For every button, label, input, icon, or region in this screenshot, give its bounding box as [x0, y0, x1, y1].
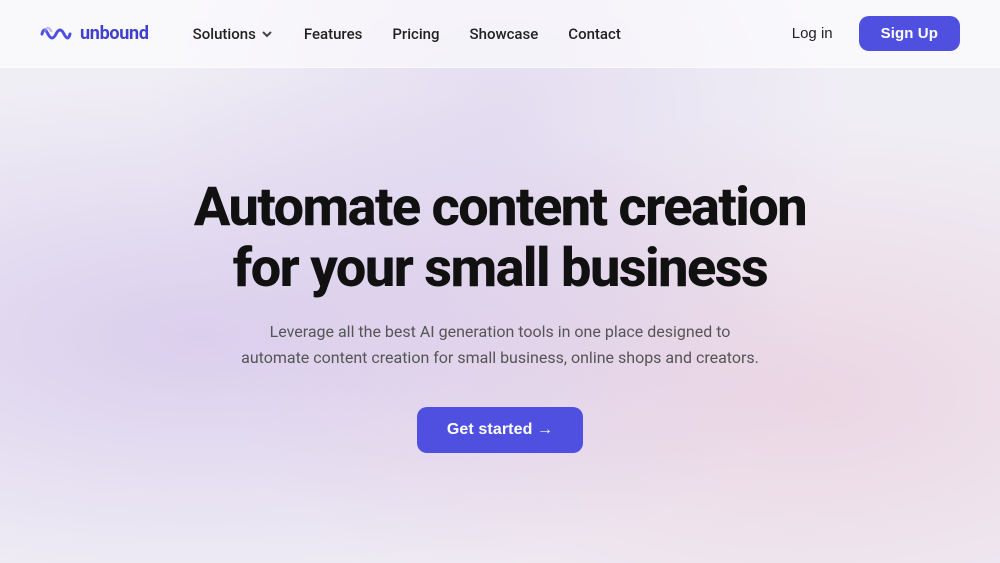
nav-links: Solutions Features Pricing Showcase Cont… [181, 19, 633, 49]
nav-features[interactable]: Features [292, 19, 374, 49]
nav-contact[interactable]: Contact [556, 19, 633, 49]
logo-link[interactable]: unbound [40, 23, 149, 44]
nav-left: unbound Solutions Features Pricing Showc… [40, 19, 633, 49]
logo-text: unbound [80, 23, 149, 44]
hero-subtitle: Leverage all the best AI generation tool… [240, 319, 760, 370]
nav-right: Log in Sign Up [778, 16, 960, 51]
get-started-button[interactable]: Get started → [417, 407, 583, 453]
navbar: unbound Solutions Features Pricing Showc… [0, 0, 1000, 68]
nav-showcase[interactable]: Showcase [458, 19, 551, 49]
logo-icon [40, 24, 72, 44]
nav-pricing[interactable]: Pricing [380, 19, 451, 49]
hero-section: Automate content creation for your small… [0, 68, 1000, 563]
signup-button[interactable]: Sign Up [859, 16, 960, 51]
nav-solutions[interactable]: Solutions [181, 19, 286, 49]
hero-title: Automate content creation for your small… [194, 178, 806, 299]
login-button[interactable]: Log in [778, 17, 847, 50]
solutions-chevron-icon [260, 27, 274, 41]
